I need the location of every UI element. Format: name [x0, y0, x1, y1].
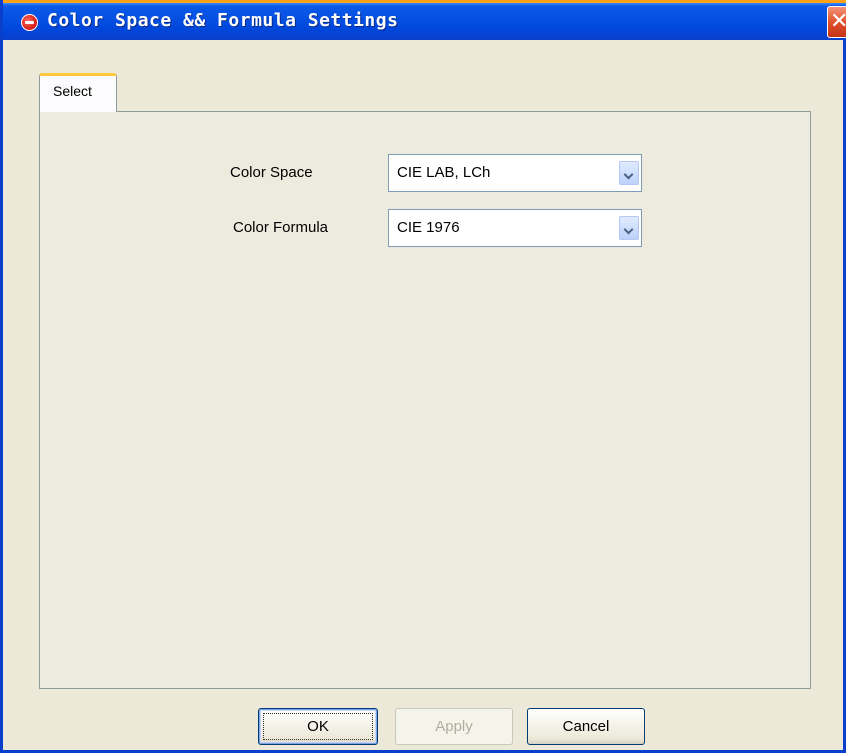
color-formula-label: Color Formula	[233, 219, 329, 236]
title-bar[interactable]: Color Space && Formula Settings ✕	[3, 0, 846, 40]
apply-button[interactable]: Apply	[395, 708, 513, 745]
apply-button-label: Apply	[435, 718, 473, 735]
chevron-down-icon[interactable]	[619, 161, 639, 185]
color-space-value: CIE LAB, LCh	[397, 164, 491, 181]
color-space-select[interactable]: CIE LAB, LCh	[388, 154, 642, 192]
tab-panel	[39, 111, 811, 689]
dialog-window: Color Space && Formula Settings ✕ Select…	[0, 0, 846, 753]
window-title: Color Space && Formula Settings	[47, 10, 399, 31]
focus-ring	[263, 713, 373, 740]
color-formula-select[interactable]: CIE 1976	[388, 209, 642, 247]
cancel-button[interactable]: Cancel	[527, 708, 645, 745]
tab-select-label: Select	[53, 83, 92, 99]
color-formula-value: CIE 1976	[397, 219, 460, 236]
cancel-button-label: Cancel	[562, 718, 610, 735]
tab-select[interactable]: Select	[39, 73, 117, 112]
color-space-label: Color Space	[230, 164, 313, 181]
chevron-down-icon[interactable]	[619, 216, 639, 240]
close-icon: ✕	[830, 9, 846, 34]
ok-button[interactable]: OK	[258, 708, 378, 745]
close-button[interactable]: ✕	[827, 6, 846, 38]
app-icon	[21, 14, 38, 31]
